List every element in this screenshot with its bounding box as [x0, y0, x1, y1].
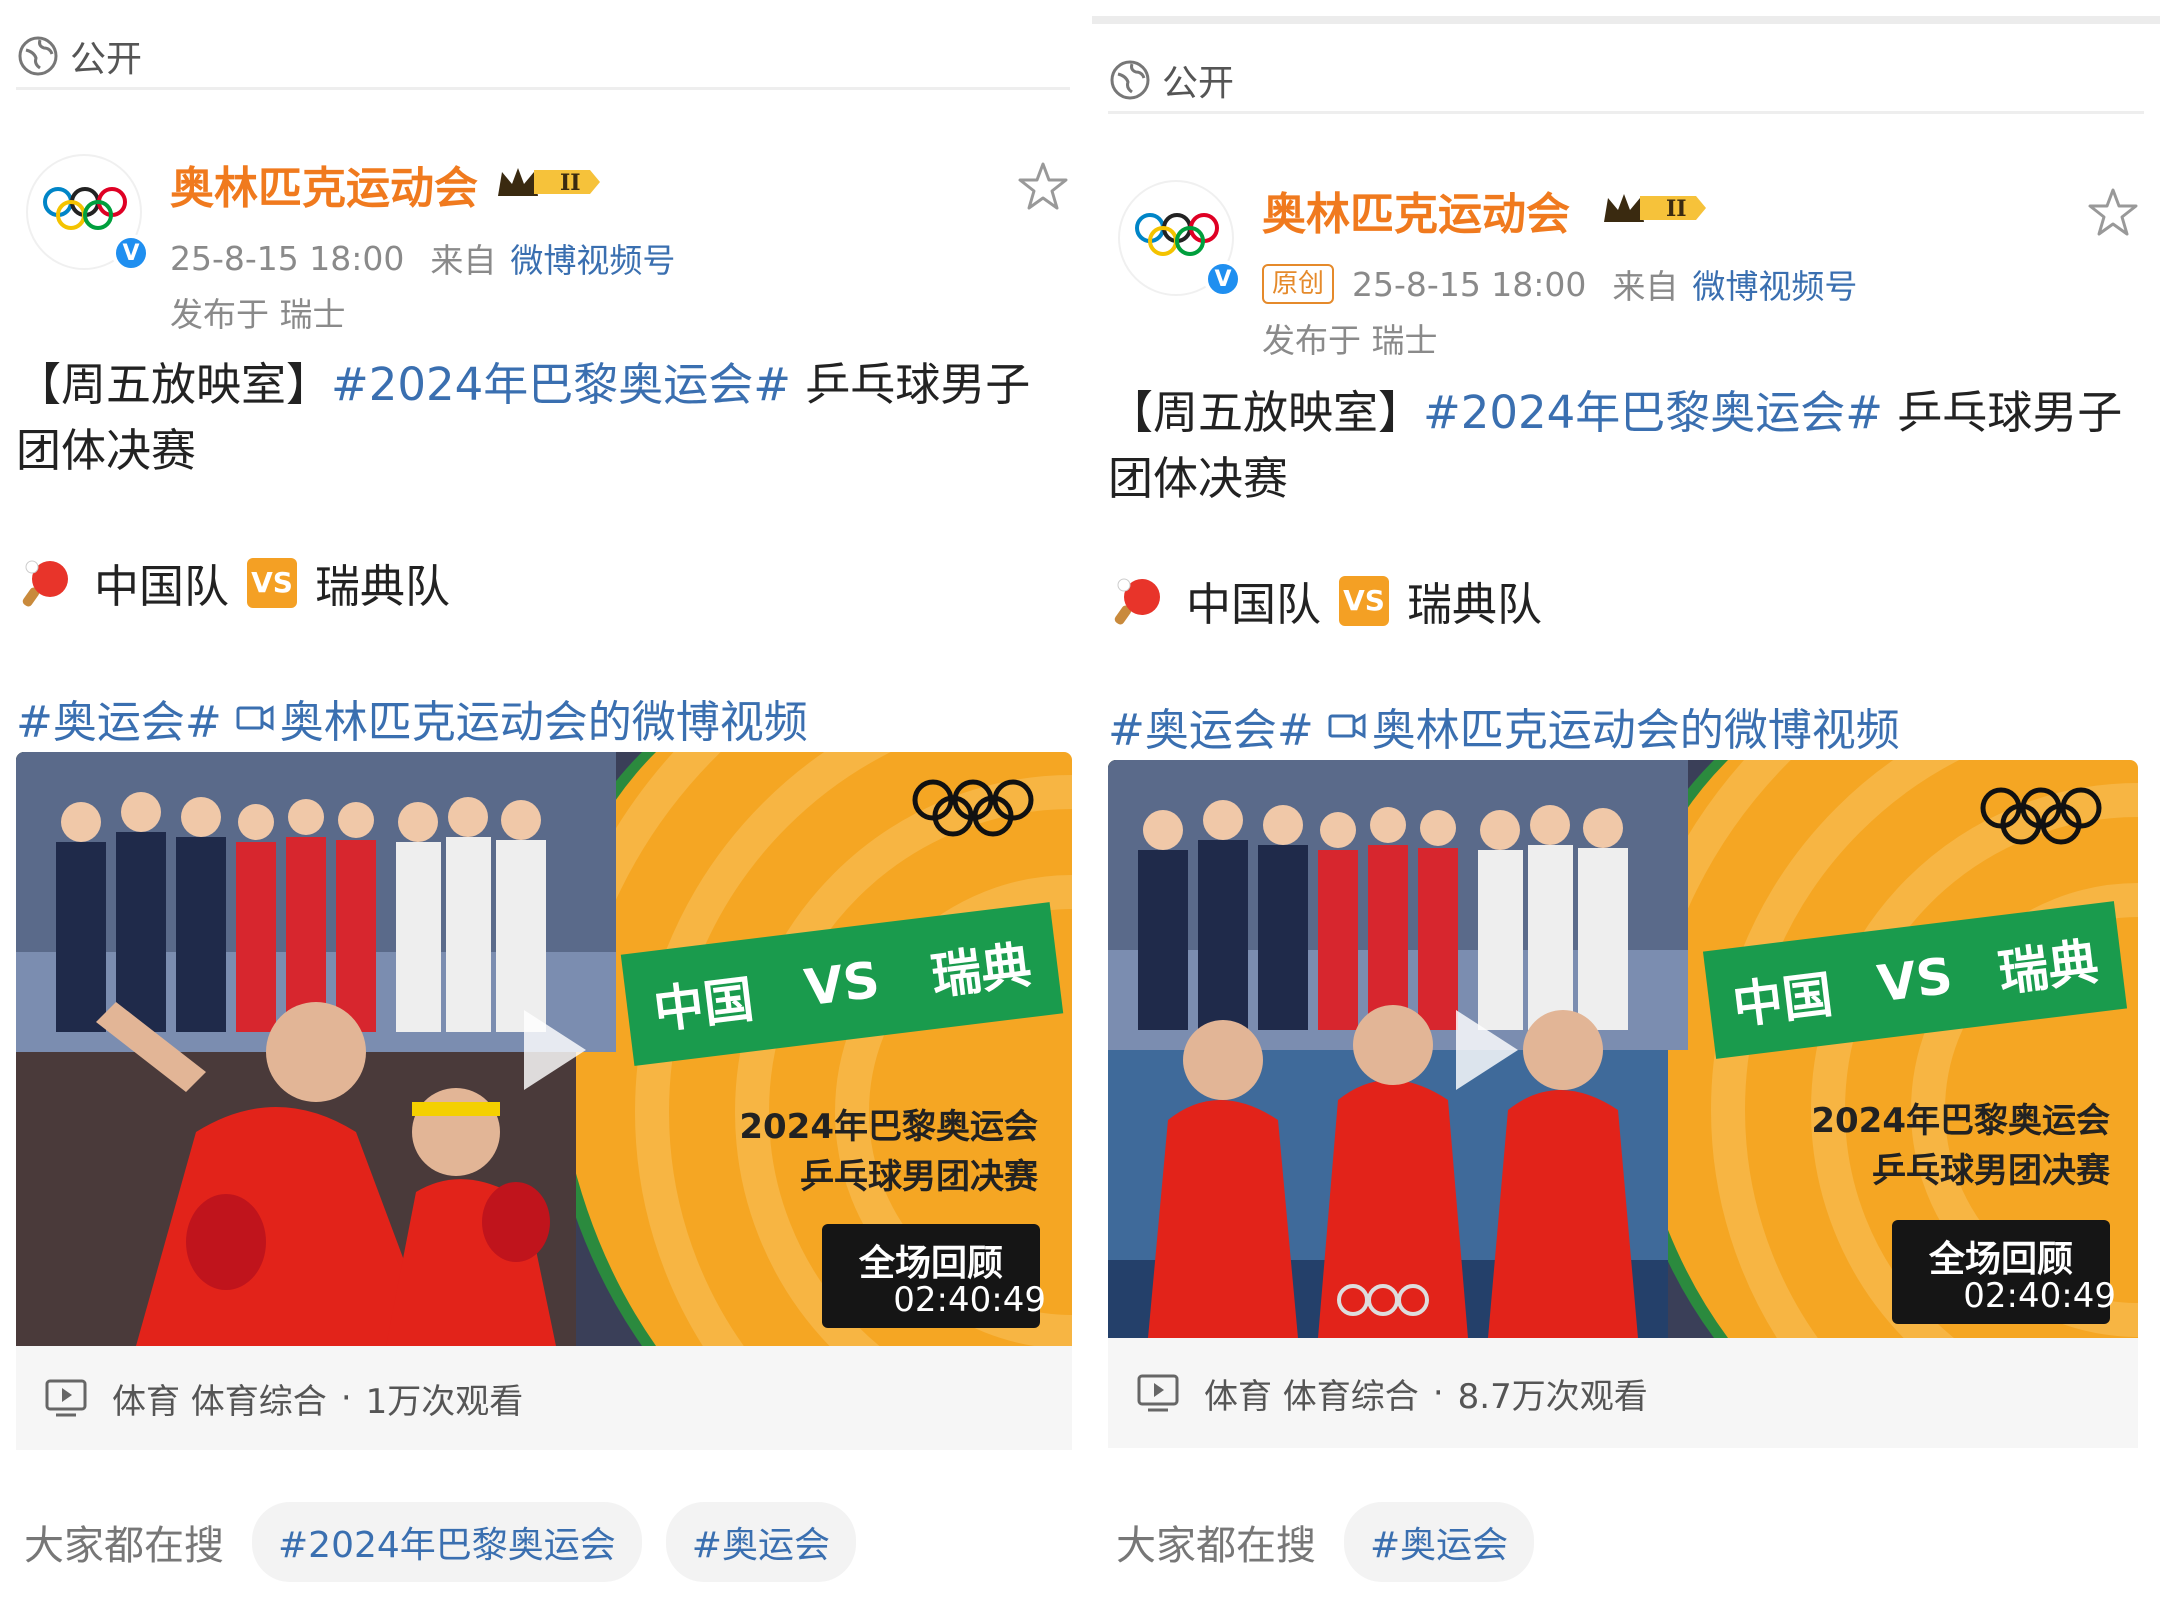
- trending-chip[interactable]: #2024年巴黎奥运会: [252, 1502, 642, 1582]
- avatar[interactable]: V: [26, 154, 150, 272]
- subtitle-line-2: 乒乓球男团决赛: [800, 1157, 1038, 1197]
- subtitle-line-1: 2024年巴黎奥运会: [739, 1107, 1038, 1147]
- video-link[interactable]: 奥林匹克运动会的微博视频: [1372, 694, 1900, 758]
- trending-searches: 大家都在搜 #2024年巴黎奥运会 #奥运会: [24, 1502, 880, 1582]
- video-views: 8.7万次观看: [1457, 1376, 1648, 1417]
- post-location: 发布于 瑞士: [1262, 321, 1438, 360]
- topic-hashtag[interactable]: #奥运会#: [16, 686, 222, 750]
- original-tag: 原创: [1262, 264, 1335, 304]
- globe-icon: [1110, 60, 1150, 99]
- video-category: 体育 体育综合: [112, 1381, 327, 1422]
- trending-chip[interactable]: #奥运会: [665, 1502, 856, 1582]
- video-footer[interactable]: 体育 体育综合 · 8.7万次观看: [1108, 1338, 2138, 1448]
- trending-label: 大家都在搜: [1116, 1523, 1316, 1569]
- timestamp: 25-8-15 18:00: [170, 238, 405, 278]
- vs-icon: VS: [247, 557, 298, 608]
- author-name[interactable]: 奥林匹克运动会: [1262, 178, 1570, 242]
- post-hashtag[interactable]: #2024年巴黎奥运会#: [1423, 386, 1883, 439]
- headline-team-a: 中国: [650, 970, 757, 1040]
- author-name[interactable]: 奥林匹克运动会: [170, 152, 478, 216]
- team-a: 中国队: [94, 560, 230, 613]
- video-subtitle: 2024年巴黎奥运会 乒乓球男团决赛: [1811, 1096, 2110, 1196]
- video-views: 1万次观看: [365, 1381, 524, 1422]
- post-meta: 25-8-15 18:00 来自 微博视频号: [170, 234, 675, 282]
- replay-badge: 全场回顾 02:40:49: [822, 1224, 1046, 1328]
- source-link[interactable]: 微博视频号: [510, 234, 675, 282]
- visibility-bar: 公开: [1108, 48, 2144, 114]
- match-line: 中国队 VS 瑞典队: [1112, 568, 1542, 633]
- visibility-bar: 公开: [16, 24, 1070, 90]
- verified-badge-icon: V: [112, 234, 150, 272]
- video-play-box-icon: [1137, 1374, 1179, 1412]
- video-link[interactable]: 奥林匹克运动会的微博视频: [280, 686, 808, 750]
- subtitle-line-1: 2024年巴黎奥运会: [1811, 1101, 2110, 1141]
- weibo-post-right: 公开 V 奥林匹克运动会 II 原创 25-8-15 18:00 来自 微博视频…: [1092, 0, 2160, 1620]
- video-thumbnail[interactable]: 中国 VS 瑞典 2024年巴黎奥运会 乒乓球男团决赛 全场回顾 02:40:4…: [16, 752, 1072, 1346]
- from-label: 来自: [430, 241, 497, 280]
- headline-team-b: 瑞典: [1995, 932, 2102, 1003]
- svg-text:II: II: [1666, 196, 1687, 222]
- verified-badge-icon: V: [1204, 260, 1242, 298]
- headline-team-a: 中国: [1729, 965, 1836, 1036]
- post-prefix: 【周五放映室】: [1108, 386, 1424, 439]
- match-line: 中国队 VS 瑞典队: [20, 550, 450, 615]
- crown-vip-icon: II: [1604, 194, 1706, 222]
- post-location: 发布于 瑞士: [170, 295, 346, 334]
- dot-separator: ·: [1432, 1373, 1444, 1413]
- weibo-post-left: 公开 V 奥林匹克运动会 II 25-8-15 18:00 来自 微博视频号 发…: [0, 0, 1086, 1620]
- visibility-label: 公开: [70, 38, 143, 80]
- dot-separator: ·: [340, 1378, 352, 1418]
- globe-icon: [18, 36, 58, 75]
- headline-vs: VS: [1874, 946, 1956, 1014]
- post-hashtag[interactable]: #2024年巴黎奥运会#: [331, 358, 791, 411]
- timestamp: 25-8-15 18:00: [1352, 264, 1587, 304]
- post-text: 【周五放映室】#2024年巴黎奥运会# 乒乓球男子团体决赛: [1108, 380, 2148, 512]
- trending-chip[interactable]: #奥运会: [1344, 1502, 1535, 1582]
- video-footer[interactable]: 体育 体育综合 · 1万次观看: [16, 1346, 1072, 1450]
- svg-text:II: II: [560, 170, 581, 196]
- video-duration: 02:40:49: [893, 1280, 1046, 1320]
- video-play-box-icon: [45, 1379, 87, 1417]
- video-thumbnail[interactable]: 中国 VS 瑞典 2024年巴黎奥运会 乒乓球男团决赛 全场回顾 02:40:4…: [1108, 760, 2138, 1338]
- video-link-icon: [236, 705, 274, 731]
- video-link-icon: [1328, 713, 1366, 739]
- replay-badge: 全场回顾 02:40:49: [1892, 1220, 2116, 1324]
- visibility-label: 公开: [1162, 62, 1235, 104]
- source-link[interactable]: 微博视频号: [1692, 260, 1857, 308]
- video-category: 体育 体育综合: [1204, 1376, 1419, 1417]
- trending-searches: 大家都在搜 #奥运会: [1116, 1502, 1558, 1582]
- team-b: 瑞典队: [315, 560, 451, 613]
- post-text: 【周五放映室】#2024年巴黎奥运会# 乒乓球男子团体决赛: [16, 352, 1066, 484]
- video-subtitle: 2024年巴黎奥运会 乒乓球男团决赛: [739, 1102, 1038, 1202]
- olympic-rings-logo: [1135, 213, 1219, 256]
- play-icon[interactable]: [524, 1010, 586, 1090]
- post-prefix: 【周五放映室】: [16, 358, 332, 411]
- divider: [1092, 16, 2160, 24]
- topic-line: #奥运会# 奥林匹克运动会的微博视频: [16, 686, 808, 750]
- topic-line: #奥运会# 奥林匹克运动会的微博视频: [1108, 694, 1900, 758]
- replay-label: 全场回顾: [858, 1243, 1003, 1284]
- star-outline-icon[interactable]: [2086, 186, 2140, 240]
- headline-team-b: 瑞典: [928, 936, 1035, 1006]
- team-a: 中国队: [1186, 578, 1322, 631]
- from-label: 来自: [1612, 267, 1679, 306]
- post-meta: 原创 25-8-15 18:00 来自 微博视频号: [1262, 260, 1857, 308]
- crown-vip-icon: II: [498, 168, 600, 196]
- olympic-rings-logo: [43, 187, 127, 230]
- trending-label: 大家都在搜: [24, 1523, 224, 1569]
- avatar[interactable]: V: [1118, 180, 1242, 298]
- star-outline-icon[interactable]: [1016, 160, 1070, 214]
- subtitle-line-2: 乒乓球男团决赛: [1872, 1151, 2110, 1191]
- team-b: 瑞典队: [1407, 578, 1543, 631]
- headline-vs: VS: [801, 950, 883, 1018]
- topic-hashtag[interactable]: #奥运会#: [1108, 694, 1314, 758]
- replay-label: 全场回顾: [1928, 1239, 2073, 1280]
- vs-icon: VS: [1339, 575, 1390, 626]
- play-icon[interactable]: [1456, 1010, 1518, 1090]
- ping-pong-paddle-icon: [1114, 578, 1160, 624]
- video-duration: 02:40:49: [1963, 1276, 2116, 1316]
- ping-pong-paddle-icon: [22, 560, 68, 606]
